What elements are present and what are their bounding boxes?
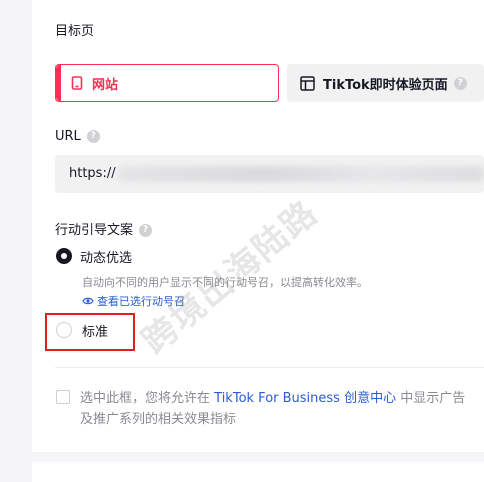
- view-selected-cta-text: 查看已选行动号召: [97, 295, 185, 308]
- landing-option-instant-page[interactable]: TikTok即时体验页面 ?: [287, 64, 484, 102]
- dynamic-description: 自动向不同的用户显示不同的行动号召，以提高转化效率。: [82, 276, 368, 289]
- consent-prefix: 选中此框，您将允许在: [80, 391, 211, 406]
- cta-section-title: 行动引导文案: [55, 223, 134, 238]
- url-value: https://: [69, 166, 116, 181]
- consent-text: 选中此框，您将允许在 TikTok For Business 创意中心 中显示广…: [80, 388, 465, 430]
- layout-icon: [300, 75, 315, 91]
- consent-suffix: 中显示广告: [400, 391, 466, 406]
- landing-option-website-label: 网站: [92, 77, 119, 93]
- url-label: URL: [55, 129, 81, 144]
- view-selected-cta-link[interactable]: 查看已选行动号召: [82, 293, 185, 309]
- landing-option-website[interactable]: 网站: [55, 64, 279, 102]
- selected-accent-bar: [56, 65, 61, 101]
- landing-option-instant-label: TikTok即时体验页面: [323, 77, 448, 93]
- url-label-row: URL?: [55, 129, 100, 144]
- consent-checkbox[interactable]: [56, 390, 70, 404]
- radio-dynamic-checked[interactable]: [56, 248, 72, 264]
- help-icon[interactable]: ?: [86, 130, 100, 143]
- next-card: [32, 462, 484, 482]
- radio-dynamic-label[interactable]: 动态优选: [80, 247, 132, 266]
- mobile-phone-icon: [71, 76, 83, 90]
- highlight-annotation-box: [45, 313, 135, 351]
- landing-section-title: 目标页: [55, 24, 95, 39]
- url-redacted-blur: [118, 166, 484, 182]
- help-icon[interactable]: ?: [139, 224, 153, 237]
- section-divider: [55, 367, 484, 368]
- creative-center-link[interactable]: TikTok For Business 创意中心: [214, 391, 396, 406]
- help-icon[interactable]: ?: [453, 76, 467, 90]
- consent-line2: 及推广系列的相关效果指标: [80, 412, 237, 427]
- eye-icon: [82, 297, 94, 305]
- cta-title-row: 行动引导文案?: [55, 219, 153, 238]
